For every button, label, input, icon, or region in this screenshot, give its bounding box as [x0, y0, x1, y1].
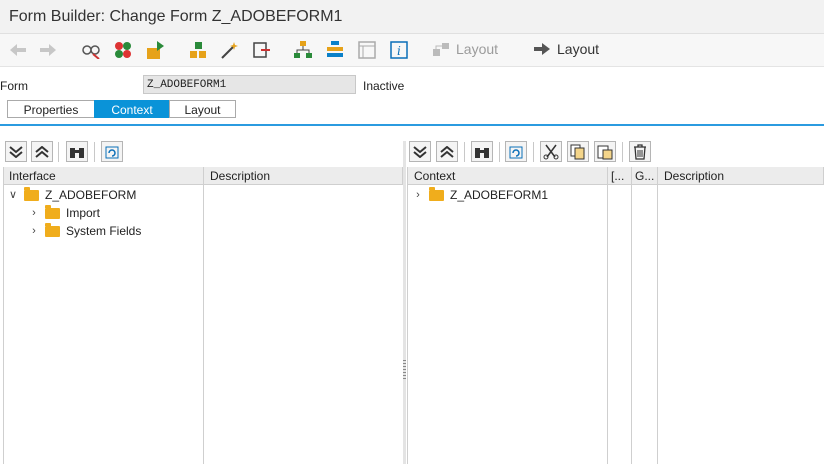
folder-icon: [45, 204, 60, 219]
form-status: Inactive: [363, 79, 405, 93]
page-icon[interactable]: [356, 39, 378, 61]
delete-button[interactable]: [629, 141, 651, 162]
expand-all-icon: [9, 145, 23, 158]
trash-icon: [634, 143, 646, 160]
title-bar: Form Builder: Change Form Z_ADOBEFORM1: [0, 0, 824, 34]
wizard-icon[interactable]: [218, 39, 240, 61]
tree-node-context-root[interactable]: › Z_ADOBEFORM1: [413, 186, 548, 204]
folder-icon: [429, 186, 444, 201]
stack-icon[interactable]: [324, 39, 346, 61]
tab-divider: [0, 124, 824, 126]
tree-node-label: System Fields: [66, 224, 142, 238]
window-title: Form Builder: Change Form Z_ADOBEFORM1: [9, 8, 343, 25]
copy-button[interactable]: [567, 141, 589, 162]
collapse-all-icon: [440, 145, 454, 158]
tree-node-interface-root[interactable]: ∨ Z_ADOBEFORM: [8, 186, 136, 204]
binoculars-icon: [70, 147, 84, 158]
copy-icon: [570, 144, 585, 159]
refresh-button-right[interactable]: [505, 141, 527, 162]
refresh-icon: [509, 146, 523, 158]
hierarchy-icon[interactable]: [292, 39, 314, 61]
column-header-description-right[interactable]: Description: [658, 167, 824, 185]
form-name-field[interactable]: Z_ADOBEFORM1: [143, 75, 356, 94]
tree-node-import[interactable]: › Import: [29, 204, 100, 222]
find-button-right[interactable]: [471, 141, 493, 162]
collapse-all-button-right[interactable]: [436, 141, 458, 162]
column-header-context[interactable]: Context: [408, 167, 608, 185]
refresh-icon: [105, 146, 119, 158]
find-button[interactable]: [66, 141, 88, 162]
refresh-button[interactable]: [101, 141, 123, 162]
display-change-icon[interactable]: [80, 39, 102, 61]
column-header-description[interactable]: Description: [204, 167, 403, 185]
layout-disabled-label: Layout: [456, 41, 499, 57]
layout-disabled-button[interactable]: Layout: [432, 41, 498, 57]
panel-splitter[interactable]: [403, 141, 406, 464]
object-list-icon[interactable]: [187, 39, 209, 61]
tab-layout[interactable]: Layout: [169, 100, 236, 118]
tree-node-system-fields[interactable]: › System Fields: [29, 222, 141, 240]
chevron-right-icon[interactable]: ›: [29, 204, 39, 222]
column-header-type[interactable]: [...: [608, 167, 632, 185]
layout-button[interactable]: Layout: [533, 41, 599, 57]
forward-arrow-icon[interactable]: [37, 39, 59, 61]
check-icon[interactable]: [112, 39, 134, 61]
expand-all-button-right[interactable]: [409, 141, 431, 162]
paste-icon: [597, 145, 613, 159]
form-label: Form: [0, 79, 28, 93]
layout-label: Layout: [557, 41, 600, 57]
svg-text:i: i: [397, 44, 401, 58]
folder-icon: [45, 222, 60, 237]
column-header-interface[interactable]: Interface: [3, 167, 204, 185]
collapse-all-button[interactable]: [31, 141, 53, 162]
expand-all-icon: [413, 145, 427, 158]
application-toolbar: i Layout Layout: [0, 34, 824, 67]
tree-node-label: Z_ADOBEFORM: [45, 188, 137, 202]
info-icon[interactable]: i: [388, 39, 410, 61]
test-icon[interactable]: [250, 39, 272, 61]
activate-icon[interactable]: [144, 39, 166, 61]
scissors-icon: [543, 144, 559, 159]
tree-node-label: Z_ADOBEFORM1: [450, 188, 549, 202]
back-arrow-icon[interactable]: [7, 39, 29, 61]
collapse-all-icon: [35, 145, 49, 158]
chevron-down-icon[interactable]: ∨: [8, 186, 18, 204]
expand-all-button[interactable]: [5, 141, 27, 162]
tree-node-label: Import: [66, 206, 101, 220]
splitter-grip[interactable]: [403, 360, 406, 380]
layout-disabled-icon: [433, 43, 449, 56]
binoculars-icon: [475, 147, 489, 158]
tab-properties[interactable]: Properties: [7, 100, 95, 118]
column-header-g[interactable]: G...: [632, 167, 658, 185]
tab-context[interactable]: Context: [94, 100, 170, 118]
folder-open-icon: [24, 186, 39, 201]
arrow-right-icon: [534, 43, 550, 55]
chevron-right-icon[interactable]: ›: [413, 186, 423, 204]
chevron-right-icon[interactable]: ›: [29, 222, 39, 240]
paste-button[interactable]: [594, 141, 616, 162]
cut-button[interactable]: [540, 141, 562, 162]
